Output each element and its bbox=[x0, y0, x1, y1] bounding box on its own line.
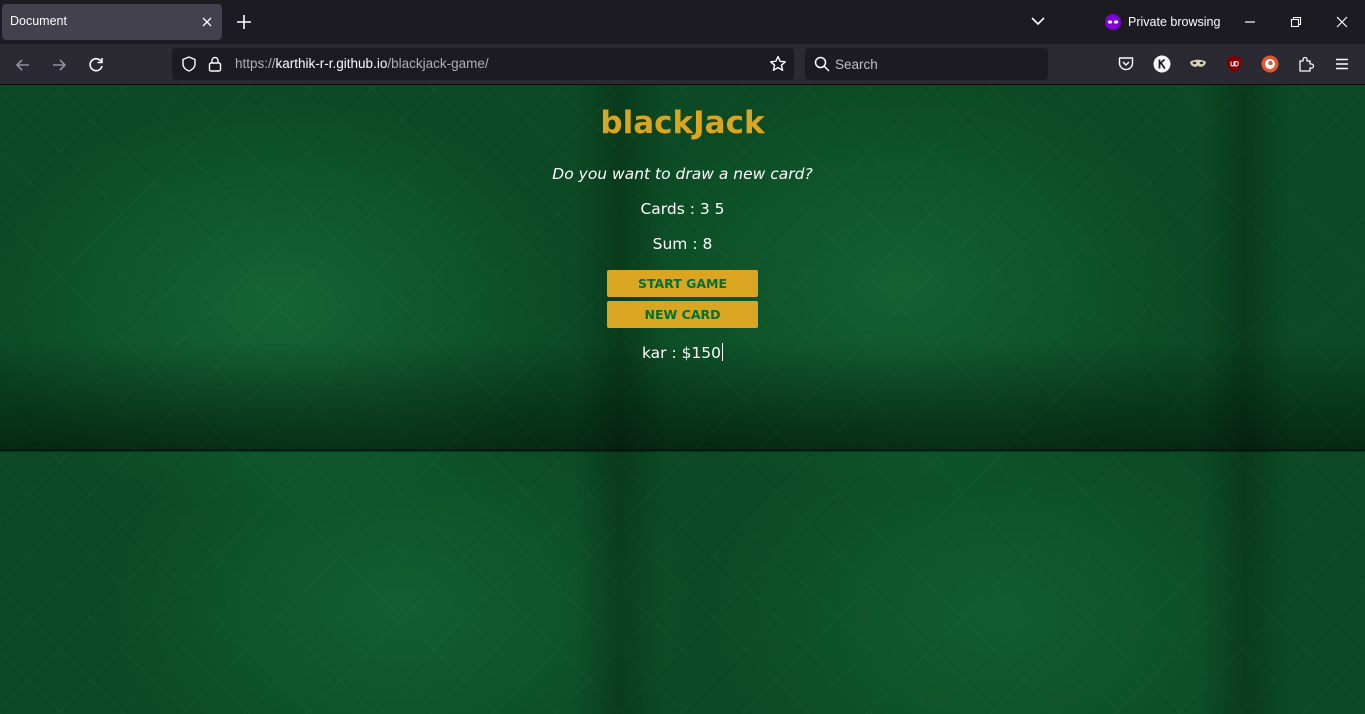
search-bar[interactable] bbox=[805, 48, 1048, 80]
game-message: Do you want to draw a new card? bbox=[552, 165, 813, 183]
mask-extension-icon[interactable] bbox=[1188, 54, 1208, 74]
extensions-puzzle-icon[interactable] bbox=[1296, 54, 1316, 74]
reload-icon[interactable] bbox=[83, 52, 109, 78]
private-browsing-indicator: Private browsing bbox=[1104, 12, 1220, 32]
forward-arrow-icon[interactable] bbox=[46, 52, 72, 78]
window-close-icon[interactable] bbox=[1328, 8, 1356, 36]
start-game-button[interactable]: START GAME bbox=[607, 270, 758, 297]
search-input[interactable] bbox=[835, 48, 1040, 80]
new-card-button[interactable]: NEW CARD bbox=[607, 301, 758, 328]
url-host: karthik-r-r.github.io bbox=[275, 56, 388, 71]
url-scheme: https:// bbox=[235, 56, 276, 71]
cards-display: Cards : 3 5 bbox=[640, 200, 725, 218]
minimize-icon[interactable] bbox=[1236, 8, 1264, 36]
shield-icon[interactable] bbox=[180, 55, 198, 73]
url-text[interactable]: https://karthik-r-r.github.io/blackjack-… bbox=[235, 56, 489, 71]
text-caret bbox=[722, 343, 724, 361]
url-path: /blackjack-game/ bbox=[387, 56, 489, 71]
duckduckgo-icon[interactable] bbox=[1260, 54, 1280, 74]
game-title: blackJack bbox=[600, 105, 765, 141]
k-extension-icon[interactable] bbox=[1152, 54, 1172, 74]
chevron-down-icon[interactable] bbox=[1027, 10, 1049, 32]
close-icon[interactable] bbox=[198, 13, 216, 31]
tab-strip: Document Private browsing bbox=[0, 0, 1365, 44]
star-icon[interactable] bbox=[768, 54, 788, 74]
restore-icon[interactable] bbox=[1282, 8, 1310, 36]
search-icon bbox=[814, 56, 830, 72]
back-arrow-icon[interactable] bbox=[10, 52, 36, 78]
ublock-icon[interactable] bbox=[1224, 54, 1244, 74]
tab-document[interactable]: Document bbox=[2, 4, 222, 40]
private-mask-icon bbox=[1105, 14, 1121, 30]
address-bar[interactable]: https://karthik-r-r.github.io/blackjack-… bbox=[172, 48, 794, 80]
menu-icon[interactable] bbox=[1332, 54, 1352, 74]
navigation-toolbar: https://karthik-r-r.github.io/blackjack-… bbox=[0, 44, 1365, 85]
player-info: kar : $150 bbox=[0, 343, 1365, 362]
tab-title: Document bbox=[10, 14, 67, 28]
private-browsing-label: Private browsing bbox=[1128, 15, 1221, 29]
felt-seam bbox=[0, 449, 1365, 452]
player-text: kar : $150 bbox=[641, 344, 722, 362]
pocket-icon[interactable] bbox=[1116, 54, 1136, 74]
plus-icon[interactable] bbox=[232, 10, 256, 34]
sum-display: Sum : 8 bbox=[652, 235, 713, 253]
page-viewport: blackJack Do you want to draw a new card… bbox=[0, 85, 1365, 714]
lock-icon[interactable] bbox=[206, 55, 224, 73]
